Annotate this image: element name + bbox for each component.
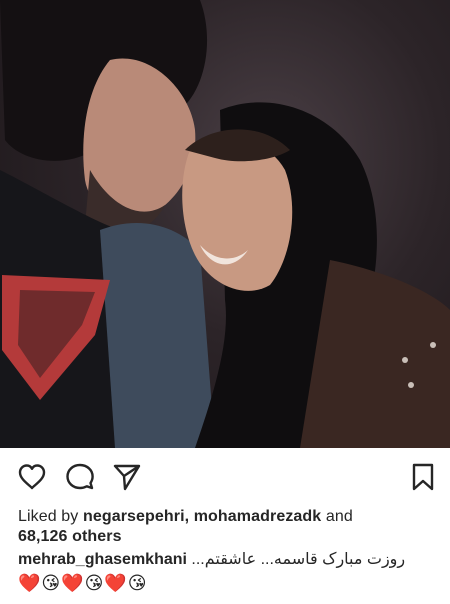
likes-and-text: and [321,508,353,525]
share-icon[interactable] [112,462,142,492]
caption-username-link[interactable]: mehrab_ghasemkhani [18,551,187,568]
caption-emojis: ❤️😘❤️😘❤️😘 [18,573,148,593]
likes-separator: , [184,508,194,525]
comment-icon[interactable] [65,462,95,492]
caption-text: ...روزت مبارک قاسمه... عاشقتم [186,551,406,568]
heart-icon[interactable] [17,462,47,492]
likes-summary: Liked by negarsepehri, mohamadrezadk and… [18,507,438,547]
liked-by-user-link[interactable]: mohamadrezadk [194,508,322,525]
liked-by-user-link[interactable]: negarsepehri [83,508,185,525]
likes-prefix: Liked by [18,508,83,525]
likes-count-link[interactable]: 68,126 others [18,528,122,545]
post-caption: mehrab_ghasemkhani ...روزت مبارک قاسمه..… [18,550,438,570]
bookmark-icon[interactable] [408,462,438,492]
post-action-bar [0,448,450,504]
post-photo[interactable] [0,0,450,448]
post-photo-illustration [0,0,450,448]
